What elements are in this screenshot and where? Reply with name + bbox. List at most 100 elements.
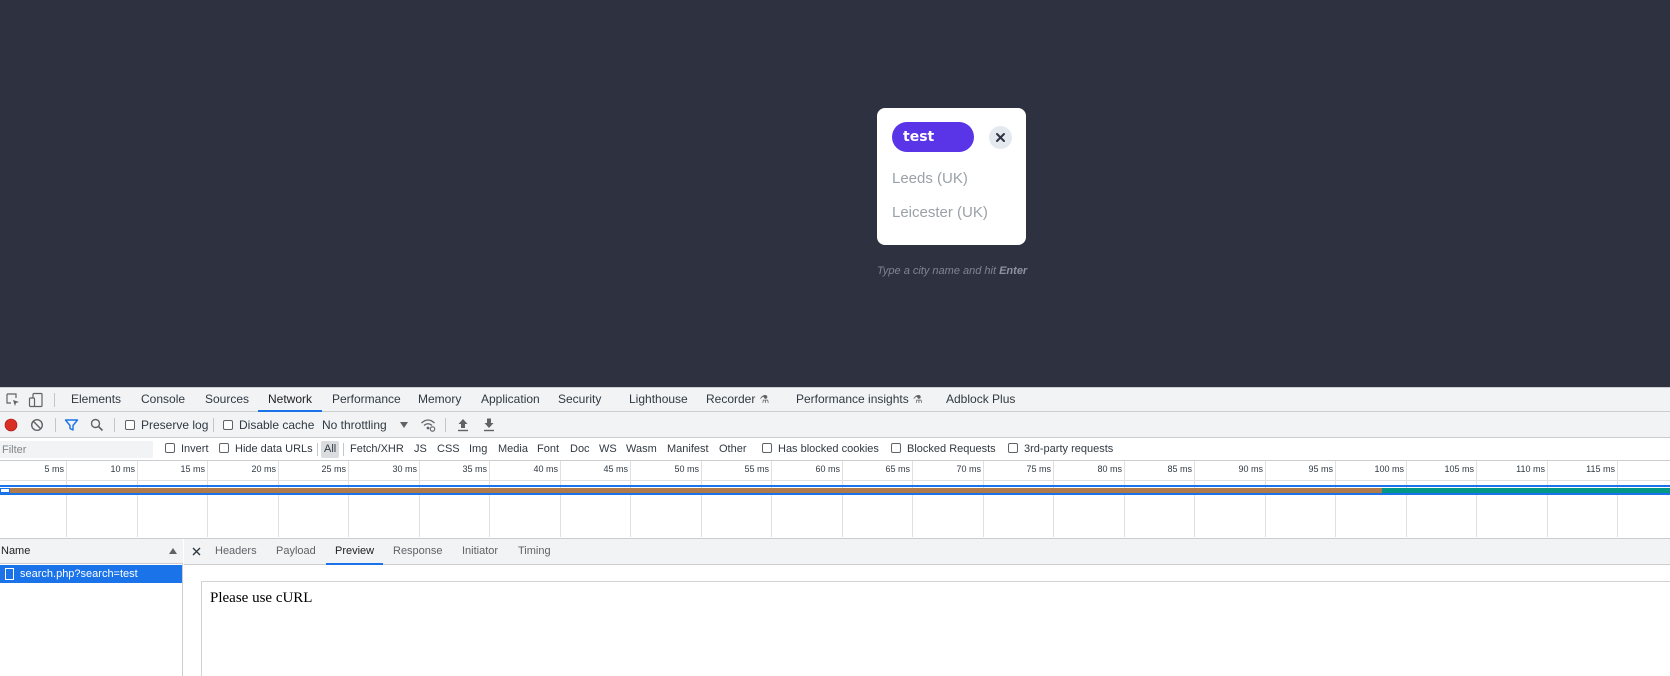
tab-initiator[interactable]: Initiator: [462, 539, 498, 565]
preview-frame: Please use cURL: [201, 581, 1670, 676]
request-row[interactable]: search.php?search=test: [0, 565, 182, 583]
ruler-baseline: [0, 480, 1670, 481]
divider: [343, 443, 344, 456]
preserve-log-checkbox[interactable]: Preserve log: [125, 412, 208, 438]
tab-payload[interactable]: Payload: [276, 539, 316, 565]
close-icon: [996, 133, 1005, 142]
clear-search-button[interactable]: [989, 126, 1012, 149]
invert-checkbox[interactable]: Invert: [165, 438, 209, 461]
timeline-gridline: [137, 461, 138, 537]
divider: [55, 418, 56, 432]
import-har-icon[interactable]: [456, 417, 470, 432]
tab-console[interactable]: Console: [141, 388, 185, 412]
export-har-icon[interactable]: [482, 417, 496, 432]
search-icon[interactable]: [90, 418, 104, 432]
network-conditions-icon[interactable]: [420, 417, 436, 433]
request-list: Name search.php?search=test: [0, 539, 183, 676]
timeline-tick-label: 20 ms: [251, 464, 276, 474]
name-column-label: Name: [1, 545, 31, 557]
timeline-gridline: [1335, 461, 1336, 537]
disable-cache-checkbox[interactable]: Disable cache: [223, 412, 314, 438]
tab-preview[interactable]: Preview: [326, 539, 384, 565]
search-chip[interactable]: test: [892, 122, 974, 152]
close-icon[interactable]: [192, 547, 201, 556]
network-overview-timeline[interactable]: 5 ms 10 ms 15 ms 20 ms 25 ms 30 ms 35 ms 40 ms 4…: [0, 461, 1670, 539]
tab-response[interactable]: Response: [393, 539, 443, 565]
tab-performance-insights[interactable]: Performance insights ⚗: [796, 388, 923, 412]
name-column-header[interactable]: Name: [0, 539, 183, 564]
throttling-value: No throttling: [322, 418, 387, 432]
chevron-down-icon[interactable]: [400, 422, 408, 428]
timeline-tick-label: 45 ms: [603, 464, 628, 474]
type-filter-fetch-xhr[interactable]: Fetch/XHR: [347, 438, 407, 461]
checkbox-box: [1008, 443, 1018, 453]
clear-icon[interactable]: [30, 418, 44, 432]
tab-memory[interactable]: Memory: [418, 388, 461, 412]
type-filter-other[interactable]: Other: [716, 438, 750, 461]
suggestion-item[interactable]: Leicester (UK): [892, 204, 988, 221]
divider: [317, 443, 318, 456]
tab-elements[interactable]: Elements: [71, 388, 121, 412]
type-filter-media[interactable]: Media: [495, 438, 531, 461]
tab-timing[interactable]: Timing: [518, 539, 551, 565]
hide-data-urls-checkbox[interactable]: Hide data URLs: [219, 438, 313, 461]
timeline-tick-label: 90 ms: [1238, 464, 1263, 474]
page-viewport: test Leeds (UK) Leicester (UK) Type a ci…: [0, 0, 1670, 387]
timeline-tick-label: 15 ms: [180, 464, 205, 474]
timeline-gridline: [489, 461, 490, 537]
detail-tabbar: Headers Payload Preview Response Initiat…: [184, 539, 1670, 565]
tab-security[interactable]: Security: [558, 388, 601, 412]
type-filter-js[interactable]: JS: [411, 438, 430, 461]
timeline-gridline: [842, 461, 843, 537]
preview-content: Please use cURL: [210, 590, 313, 606]
tab-headers[interactable]: Headers: [215, 539, 257, 565]
hint-text: Type a city name and hit: [877, 265, 1000, 277]
experiment-icon: ⚗: [912, 394, 923, 406]
tab-recorder-label: Recorder: [706, 392, 756, 406]
throttling-select[interactable]: No throttling: [322, 412, 387, 438]
timeline-tick-label: 110 ms: [1516, 464, 1545, 474]
timeline-tick-label: 25 ms: [321, 464, 346, 474]
filter-input[interactable]: [0, 441, 153, 458]
type-filter-wasm[interactable]: Wasm: [623, 438, 660, 461]
type-filter-ws[interactable]: WS: [596, 438, 620, 461]
search-hint: Type a city name and hit Enter: [877, 265, 1027, 277]
timeline-tick-label: 95 ms: [1308, 464, 1333, 474]
search-card: test Leeds (UK) Leicester (UK): [877, 108, 1026, 245]
device-toolbar-icon[interactable]: [28, 392, 44, 408]
type-filter-font[interactable]: Font: [534, 438, 562, 461]
record-icon[interactable]: [4, 418, 18, 432]
blocked-requests-checkbox[interactable]: Blocked Requests: [891, 438, 996, 461]
tab-adblock-plus[interactable]: Adblock Plus: [946, 388, 1015, 412]
experiment-icon: ⚗: [759, 394, 770, 406]
tab-application[interactable]: Application: [481, 388, 540, 412]
timeline-gridline: [66, 461, 67, 537]
tab-network[interactable]: Network: [258, 388, 323, 412]
type-filter-manifest[interactable]: Manifest: [664, 438, 712, 461]
timeline-gridline: [1265, 461, 1266, 537]
has-blocked-cookies-checkbox[interactable]: Has blocked cookies: [762, 438, 879, 461]
third-party-checkbox[interactable]: 3rd-party requests: [1008, 438, 1113, 461]
timeline-tick-label: 30 ms: [392, 464, 417, 474]
type-filter-doc[interactable]: Doc: [567, 438, 593, 461]
timeline-gridline: [912, 461, 913, 537]
inspect-element-icon[interactable]: [5, 392, 21, 408]
devtools-tabbar: Elements Console Sources Network Perform…: [0, 387, 1670, 412]
filter-icon[interactable]: [64, 418, 79, 432]
tab-sources[interactable]: Sources: [205, 388, 249, 412]
tab-performance[interactable]: Performance: [332, 388, 401, 412]
divider: [445, 418, 446, 432]
divider: [54, 393, 55, 407]
tab-lighthouse[interactable]: Lighthouse: [629, 388, 688, 412]
type-filter-img[interactable]: Img: [466, 438, 490, 461]
checkbox-box: [762, 443, 772, 453]
checkbox-box: [891, 443, 901, 453]
tab-recorder[interactable]: Recorder ⚗: [706, 388, 769, 412]
disable-cache-label: Disable cache: [239, 418, 315, 432]
timeline-tick-label: 100 ms: [1374, 464, 1404, 474]
type-filter-all[interactable]: All: [321, 441, 340, 458]
suggestion-item[interactable]: Leeds (UK): [892, 170, 968, 187]
preserve-log-label: Preserve log: [141, 418, 209, 432]
type-filter-css[interactable]: CSS: [434, 438, 463, 461]
has-blocked-cookies-label: Has blocked cookies: [778, 443, 879, 455]
